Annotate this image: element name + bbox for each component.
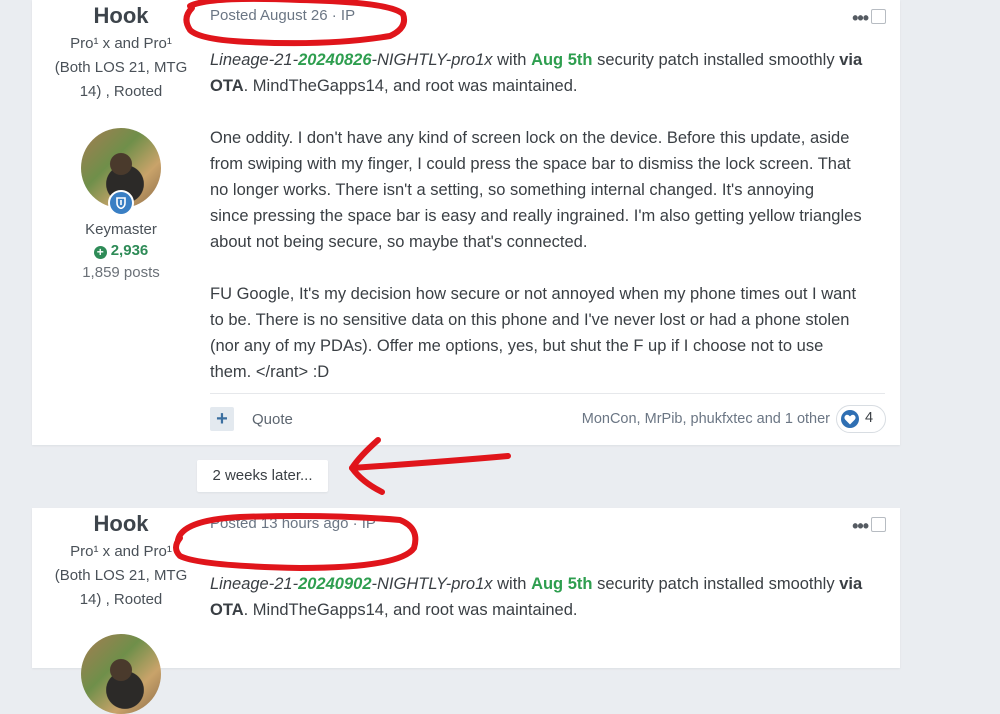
post-content: Lineage-21-20240902-NIGHTLY-pro1x with A… bbox=[210, 571, 890, 649]
text-line: to be. There is no sensitive data on thi… bbox=[210, 311, 850, 329]
text-line: them. </rant> :D bbox=[210, 363, 330, 381]
text-line: FU Google, It's my decision how secure o… bbox=[210, 285, 857, 303]
text-fragment: with bbox=[492, 575, 532, 593]
select-post-checkbox[interactable] bbox=[871, 9, 886, 24]
multiquote-plus-icon[interactable]: + bbox=[210, 407, 234, 431]
reputation-badge: +2,936 bbox=[32, 240, 210, 262]
text-line: from swiping with my finger, I could pre… bbox=[210, 155, 851, 173]
author-title-line: 14) , Rooted bbox=[79, 83, 163, 100]
more-dots-icon[interactable]: ••• bbox=[852, 8, 869, 29]
build-prefix: Lineage-21- bbox=[210, 51, 299, 69]
member-role: Keymaster bbox=[85, 221, 157, 238]
text-fragment: . MindTheGapps14, and root was maintaine… bbox=[243, 601, 578, 619]
red-arrow-annotation bbox=[349, 437, 385, 495]
post-count: 1,859 posts bbox=[82, 264, 160, 281]
post-card: Hook Pro¹ x and Pro¹ (Both LOS 21, MTG 1… bbox=[32, 508, 900, 714]
post-paragraph: Lineage-21-20240826-NIGHTLY-pro1x with A… bbox=[210, 47, 890, 99]
post-meta[interactable]: Posted 13 hours ago · IP bbox=[210, 514, 376, 534]
author-title-line: Pro¹ x and Pro¹ bbox=[70, 35, 172, 52]
text-line: about not being secure, so maybe that's … bbox=[210, 233, 588, 251]
author-name[interactable]: Hook bbox=[32, 510, 210, 538]
author-name[interactable]: Hook bbox=[32, 2, 210, 30]
build-date: 20240826 bbox=[298, 51, 372, 69]
post-card: Hook Pro¹ x and Pro¹ (Both LOS 21, MTG 1… bbox=[32, 0, 900, 445]
avatar[interactable] bbox=[81, 128, 161, 216]
divider bbox=[210, 393, 885, 394]
post-paragraph: Lineage-21-20240902-NIGHTLY-pro1x with A… bbox=[210, 571, 890, 623]
author-title-line: Pro¹ x and Pro¹ bbox=[70, 543, 172, 560]
text-line: One oddity. I don't have any kind of scr… bbox=[210, 129, 850, 147]
build-suffix: -NIGHTLY-pro1x bbox=[371, 51, 493, 69]
reactors-list[interactable]: MonCon, MrPib, phukfxtec and 1 other bbox=[582, 411, 830, 427]
time-gap-label: 2 weeks later... bbox=[197, 460, 328, 492]
red-arrow-annotation bbox=[349, 453, 511, 471]
author-title-line: (Both LOS 21, MTG bbox=[54, 59, 188, 76]
plus-circle-icon: + bbox=[93, 246, 107, 259]
text-fragment: via bbox=[839, 575, 863, 593]
author-panel: Hook Pro¹ x and Pro¹ (Both LOS 21, MTG 1… bbox=[32, 0, 210, 284]
reaction-count: 4 bbox=[865, 410, 874, 426]
post-paragraph: FU Google, It's my decision how secure o… bbox=[210, 281, 890, 385]
author-title-line: 14) , Rooted bbox=[79, 591, 163, 608]
text-fragment: via bbox=[839, 51, 863, 69]
heart-icon bbox=[841, 410, 859, 428]
post-paragraph: One oddity. I don't have any kind of scr… bbox=[210, 125, 890, 255]
author-panel: Hook Pro¹ x and Pro¹ (Both LOS 21, MTG 1… bbox=[32, 508, 210, 714]
avatar[interactable] bbox=[81, 634, 161, 714]
select-post-checkbox[interactable] bbox=[871, 517, 886, 532]
author-title-line: (Both LOS 21, MTG bbox=[54, 567, 188, 584]
text-fragment: . MindTheGapps14, and root was maintaine… bbox=[243, 77, 578, 95]
build-date: 20240902 bbox=[298, 575, 372, 593]
post-content: Lineage-21-20240826-NIGHTLY-pro1x with A… bbox=[210, 47, 890, 411]
text-fragment: OTA bbox=[210, 77, 244, 95]
build-suffix: -NIGHTLY-pro1x bbox=[371, 575, 493, 593]
more-dots-icon[interactable]: ••• bbox=[852, 516, 869, 537]
text-fragment: with bbox=[492, 51, 532, 69]
reputation-value: 2,936 bbox=[110, 242, 149, 259]
text-fragment: security patch installed smoothly bbox=[592, 575, 840, 593]
text-fragment: OTA bbox=[210, 601, 244, 619]
text-line: (nor any of my PDAs). Offer me options, … bbox=[210, 337, 824, 355]
build-prefix: Lineage-21- bbox=[210, 575, 299, 593]
patch-date: Aug 5th bbox=[531, 575, 593, 593]
shield-icon bbox=[108, 190, 134, 216]
quote-button[interactable]: Quote bbox=[252, 411, 293, 428]
post-meta[interactable]: Posted August 26 · IP bbox=[210, 6, 355, 26]
patch-date: Aug 5th bbox=[531, 51, 593, 69]
text-line: since pressing the space bar is easy and… bbox=[210, 207, 862, 225]
author-title: Pro¹ x and Pro¹ (Both LOS 21, MTG 14) , … bbox=[32, 32, 210, 104]
reaction-button[interactable]: 4 bbox=[836, 405, 886, 433]
text-line: no longer works. There isn't a setting, … bbox=[210, 181, 815, 199]
text-fragment: security patch installed smoothly bbox=[592, 51, 840, 69]
author-title: Pro¹ x and Pro¹ (Both LOS 21, MTG 14) , … bbox=[32, 540, 210, 612]
